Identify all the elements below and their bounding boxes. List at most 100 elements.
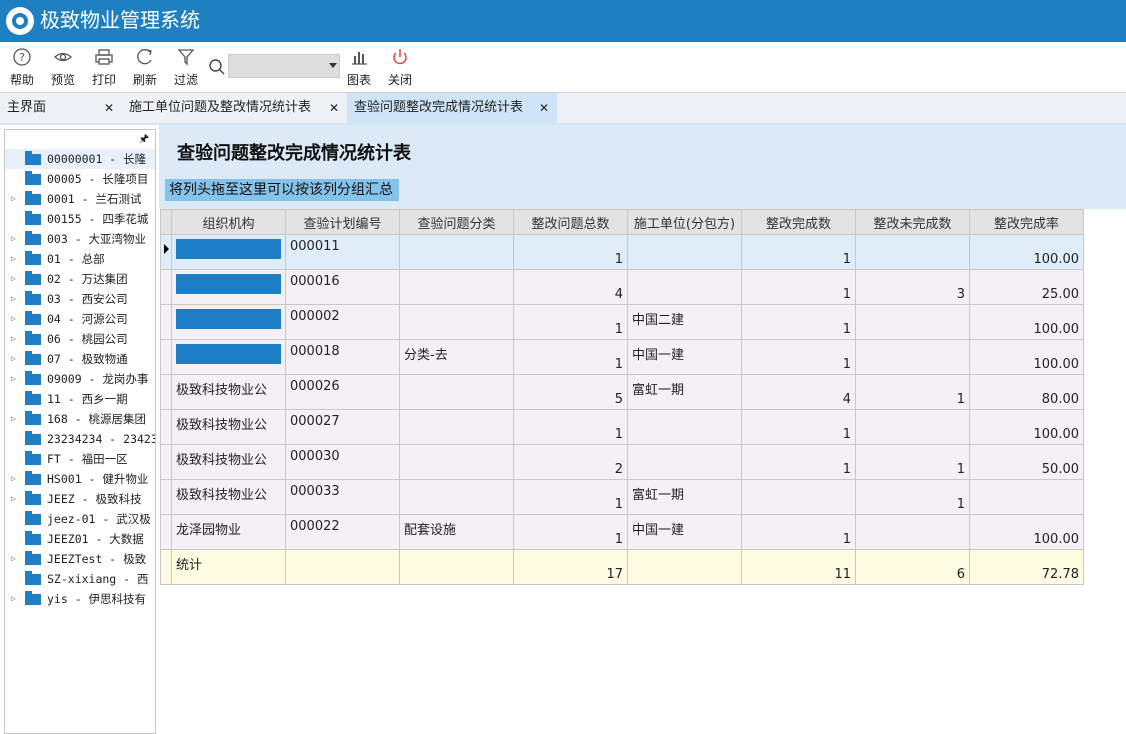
cell-undone[interactable] [855,409,970,445]
cell-plan[interactable]: 000016 [285,269,400,305]
cell-org[interactable]: 极致科技物业公 [171,444,286,480]
table-row[interactable]: 极致科技物业公 000027 1 1 100.00 [160,409,1084,445]
cell-category[interactable] [399,234,514,270]
tree-item[interactable]: ▷ 07 - 极致物通 [5,349,155,369]
close-icon[interactable]: ✕ [104,93,114,123]
expand-icon[interactable]: ▷ [11,289,19,309]
column-header[interactable]: 施工单位(分包方) [627,209,742,235]
cell-org[interactable]: 极致科技物业公 [171,479,286,515]
cell-rate[interactable]: 25.00 [969,269,1084,305]
tree-item[interactable]: ▷ 01 - 总部 [5,249,155,269]
tree-item[interactable]: FT - 福田一区 [5,449,155,469]
tree-item[interactable]: SZ-xixiang - 西 [5,569,155,589]
tab-contractor-report[interactable]: 施工单位问题及整改情况统计表 ✕ [122,93,347,123]
tree-item[interactable]: ▷ 02 - 万达集团 [5,269,155,289]
cell-done[interactable]: 1 [741,409,856,445]
cell-rate[interactable]: 100.00 [969,409,1084,445]
table-row[interactable]: 极致科技物业公 000033 1 富虹一期 1 [160,479,1084,515]
tree-item[interactable]: ▷ 06 - 桃园公司 [5,329,155,349]
tab-inspection-report[interactable]: 查验问题整改完成情况统计表 ✕ [347,93,557,123]
cell-org[interactable] [171,304,286,340]
tree-item[interactable]: ▷ 09009 - 龙岗办事 [5,369,155,389]
column-header[interactable]: 组织机构 [171,209,286,235]
cell-undone[interactable]: 3 [855,269,970,305]
tree-item[interactable]: ▷ 04 - 河源公司 [5,309,155,329]
expand-icon[interactable]: ▷ [11,549,19,569]
cell-org[interactable]: 极致科技物业公 [171,409,286,445]
cell-done[interactable]: 1 [741,269,856,305]
expand-icon[interactable]: ▷ [11,189,19,209]
cell-undone[interactable] [855,234,970,270]
cell-rate[interactable]: 50.00 [969,444,1084,480]
cell-plan[interactable]: 000011 [285,234,400,270]
cell-org[interactable] [171,269,286,305]
cell-rate[interactable] [969,479,1084,515]
cell-category[interactable] [399,374,514,410]
cell-contractor[interactable] [627,444,742,480]
column-header[interactable]: 整改未完成数 [855,209,970,235]
table-row[interactable]: 000016 4 1 3 25.00 [160,269,1084,305]
cell-plan[interactable]: 000033 [285,479,400,515]
expand-icon[interactable]: ▷ [11,349,19,369]
tree-item[interactable]: ▷ 003 - 大亚湾物业 [5,229,155,249]
cell-org[interactable]: 龙泽园物业 [171,514,286,550]
cell-category[interactable]: 分类-去 [399,339,514,375]
table-row[interactable]: 极致科技物业公 000026 5 富虹一期 4 1 80.00 [160,374,1084,410]
tree-item[interactable]: 00000001 - 长隆 [5,149,155,169]
search-icon[interactable] [208,58,226,76]
cell-total[interactable]: 5 [513,374,628,410]
cell-total[interactable]: 1 [513,514,628,550]
cell-plan[interactable]: 000002 [285,304,400,340]
cell-contractor[interactable]: 富虹一期 [627,374,742,410]
close-icon[interactable]: ✕ [539,93,549,123]
tree-item[interactable]: ▷ 0001 - 兰石测试 [5,189,155,209]
cell-rate[interactable]: 100.00 [969,304,1084,340]
table-row[interactable]: 000018 分类-去 1 中国一建 1 100.00 [160,339,1084,375]
cell-contractor[interactable] [627,409,742,445]
cell-category[interactable]: 配套设施 [399,514,514,550]
cell-plan[interactable]: 000030 [285,444,400,480]
help-button[interactable]: ? 帮助 [4,46,40,90]
expand-icon[interactable]: ▷ [11,469,19,489]
cell-rate[interactable]: 100.00 [969,514,1084,550]
cell-category[interactable] [399,479,514,515]
column-header[interactable]: 整改完成率 [969,209,1084,235]
cell-done[interactable]: 1 [741,339,856,375]
cell-plan[interactable]: 000018 [285,339,400,375]
cell-done[interactable]: 1 [741,444,856,480]
table-row[interactable]: 000011 1 1 100.00 [160,234,1084,270]
cell-undone[interactable]: 1 [855,444,970,480]
tree-item[interactable]: ▷ JEEZ - 极致科技 [5,489,155,509]
cell-total[interactable]: 4 [513,269,628,305]
expand-icon[interactable]: ▷ [11,229,19,249]
column-header[interactable]: 整改完成数 [741,209,856,235]
tree-item[interactable]: ▷ JEEZTest - 极致 [5,549,155,569]
cell-total[interactable]: 1 [513,304,628,340]
tab-home[interactable]: 主界面 ✕ [0,93,122,123]
cell-done[interactable] [741,479,856,515]
tree-item[interactable]: JEEZ01 - 大数据 [5,529,155,549]
cell-done[interactable]: 1 [741,514,856,550]
tree-item[interactable]: ▷ 168 - 桃源居集团 [5,409,155,429]
expand-icon[interactable]: ▷ [11,329,19,349]
print-button[interactable]: 打印 [86,46,122,90]
tree-item[interactable]: 23234234 - 23423 [5,429,155,449]
tree-item[interactable]: 00155 - 四季花城 [5,209,155,229]
cell-total[interactable]: 1 [513,234,628,270]
table-row[interactable]: 龙泽园物业 000022 配套设施 1 中国一建 1 100.00 [160,514,1084,550]
cell-plan[interactable]: 000027 [285,409,400,445]
cell-plan[interactable]: 000026 [285,374,400,410]
cell-category[interactable] [399,304,514,340]
tree-item[interactable]: 00005 - 长隆项目 [5,169,155,189]
cell-category[interactable] [399,269,514,305]
tree-item[interactable]: ▷ 03 - 西安公司 [5,289,155,309]
cell-undone[interactable] [855,304,970,340]
tree-item[interactable]: jeez-01 - 武汉极 [5,509,155,529]
cell-org[interactable]: 极致科技物业公 [171,374,286,410]
tree-item[interactable]: 11 - 西乡一期 [5,389,155,409]
expand-icon[interactable]: ▷ [11,249,19,269]
tree-item[interactable]: ▷ HS001 - 健升物业 [5,469,155,489]
cell-org[interactable] [171,234,286,270]
cell-org[interactable] [171,339,286,375]
cell-undone[interactable] [855,339,970,375]
